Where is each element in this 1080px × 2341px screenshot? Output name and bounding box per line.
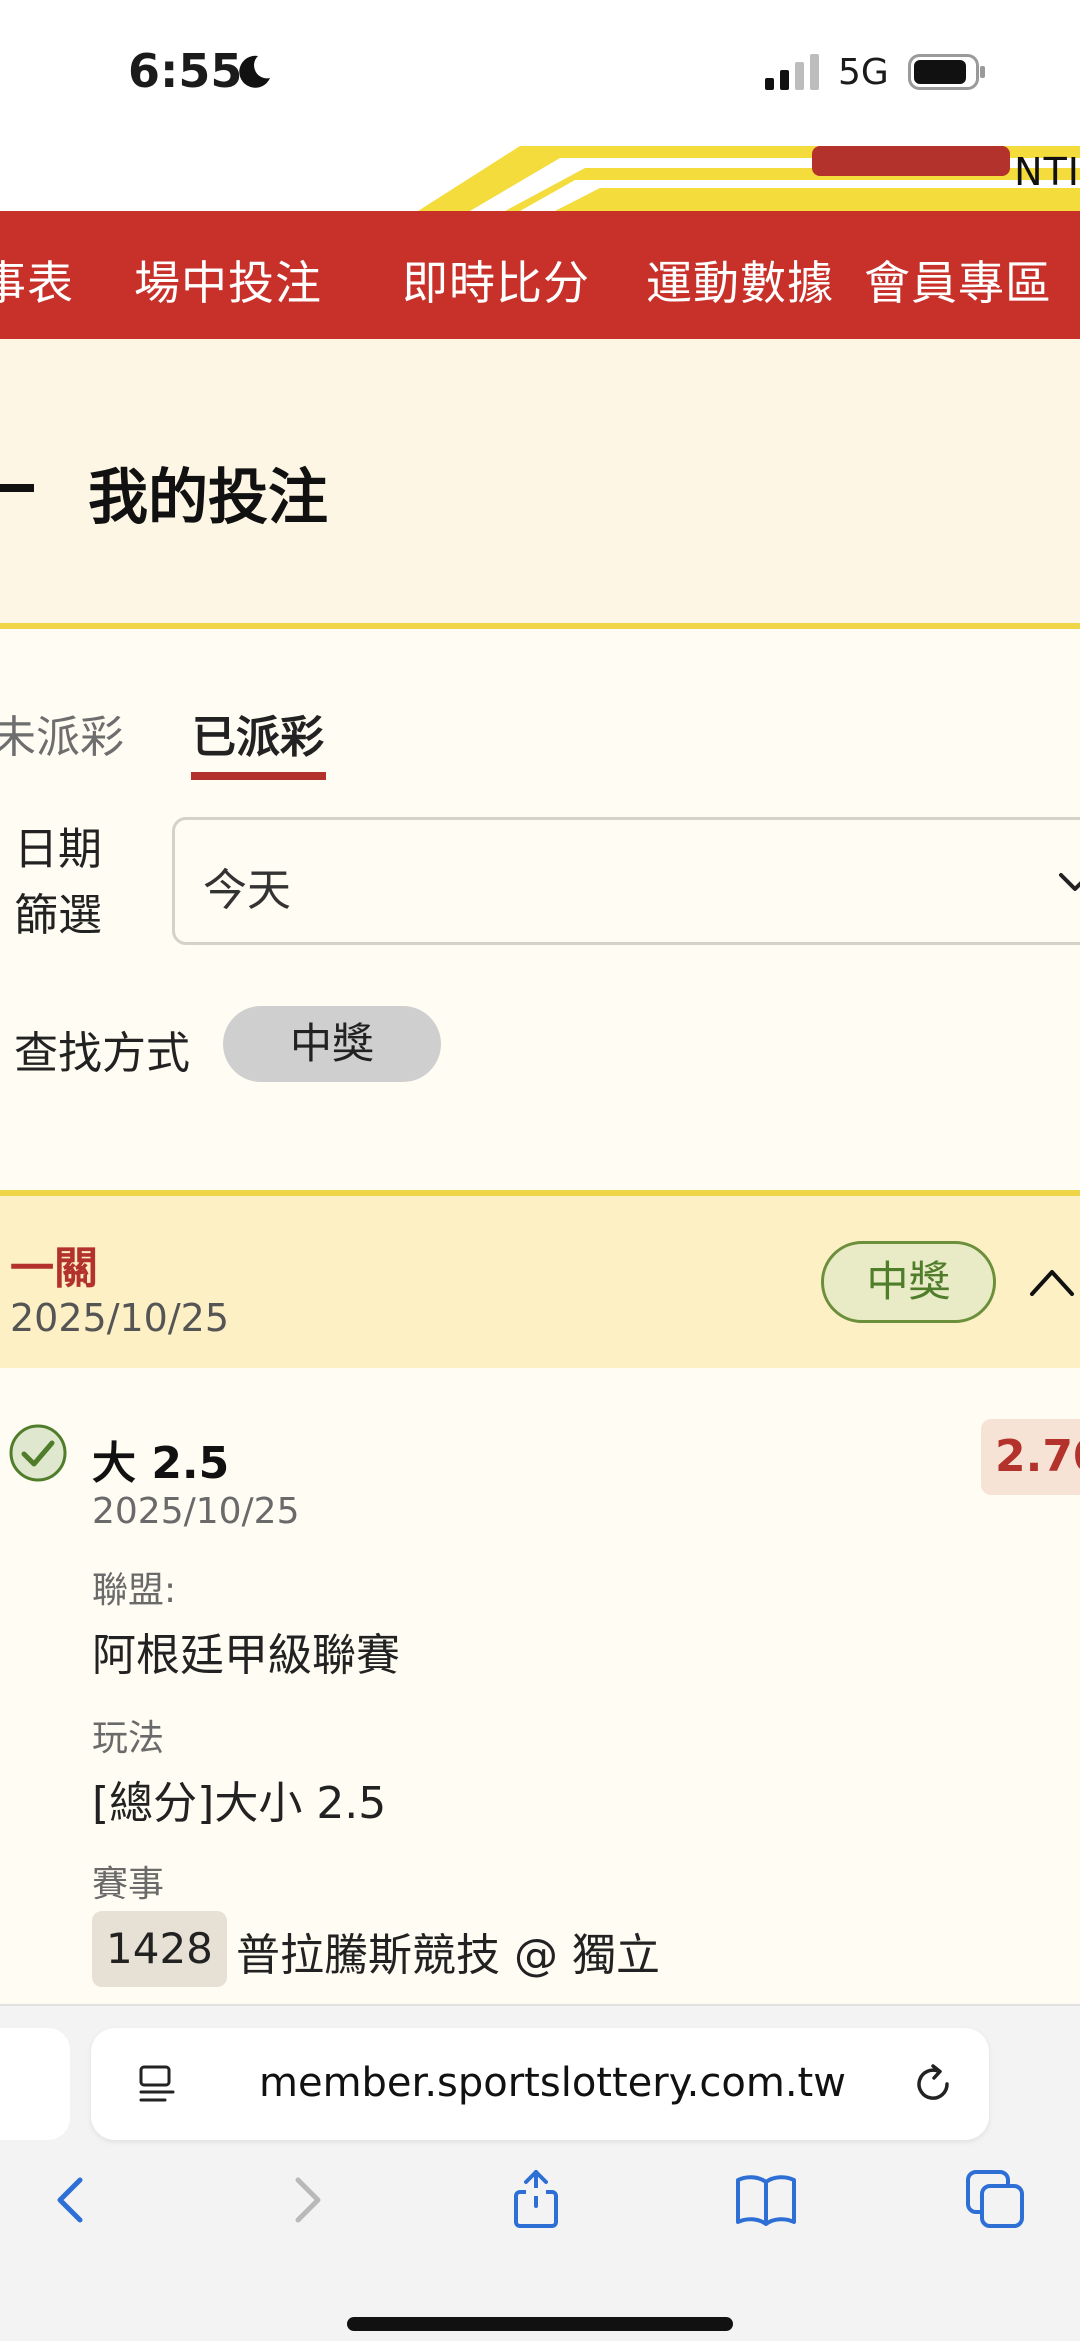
filter-chip-won[interactable]: 中獎 (223, 1006, 441, 1082)
currency-label: NTI (1014, 150, 1080, 194)
site-header: NTI (0, 146, 1080, 211)
event-label: 賽事 (92, 1864, 165, 1905)
date-filter-select[interactable]: 今天 (172, 817, 1080, 945)
previous-tab-preview[interactable] (0, 2028, 70, 2140)
bet-date: 2025/10/25 (10, 1296, 230, 1340)
active-tab-indicator (191, 772, 326, 780)
bets-content: 未派彩 已派彩 日期 篩選 今天 查找方式 中獎 一關 2025/10/25 中… (0, 629, 1080, 2004)
tabs-icon[interactable] (964, 2168, 1028, 2232)
reader-mode-icon[interactable] (135, 2062, 179, 2106)
battery-icon (908, 54, 985, 90)
home-indicator (347, 2317, 733, 2331)
league-value: 阿根廷甲級聯賽 (92, 1630, 400, 1681)
status-badge: 中獎 (821, 1241, 996, 1323)
odds-badge: 2.70 (981, 1419, 1080, 1495)
back-arrow-icon[interactable] (40, 2168, 104, 2232)
bet-card-header[interactable]: 一關 2025/10/25 中獎 (0, 1190, 1080, 1368)
chevron-down-icon (1059, 873, 1080, 891)
bookmarks-icon[interactable] (734, 2168, 798, 2232)
selection-date: 2025/10/25 (92, 1491, 300, 1532)
status-time: 6:55 (128, 44, 243, 98)
browser-toolbar: member.sportslottery.com.tw (0, 2004, 1080, 2341)
chevron-up-icon[interactable] (1024, 1256, 1080, 1312)
nav-item-schedule[interactable]: 事表 (0, 247, 74, 313)
market-value: [總分]大小 2.5 (92, 1778, 387, 1829)
forward-arrow-icon[interactable] (274, 2168, 338, 2232)
brand-stripe-graphic (418, 146, 1080, 211)
league-label: 聯盟: (92, 1570, 177, 1611)
share-icon[interactable] (504, 2168, 568, 2232)
address-bar[interactable]: member.sportslottery.com.tw (91, 2028, 989, 2140)
nav-item-live-betting[interactable]: 場中投注 (134, 247, 322, 313)
selection-name: 大 2.5 (92, 1438, 230, 1489)
date-filter-value: 今天 (203, 865, 291, 916)
url-text: member.sportslottery.com.tw (259, 2060, 846, 2106)
nav-item-member-area[interactable]: 會員專區 (864, 247, 1052, 313)
back-icon[interactable] (0, 484, 34, 492)
signal-icon (765, 54, 819, 90)
nav-item-sports-data[interactable]: 運動數據 (646, 247, 834, 313)
reload-icon[interactable] (909, 2060, 957, 2108)
tab-unpaid[interactable]: 未派彩 (0, 701, 124, 765)
market-label: 玩法 (92, 1718, 165, 1759)
date-filter-label: 日期 篩選 (14, 824, 102, 941)
bet-type: 一關 (10, 1243, 98, 1294)
main-nav: 事表 場中投注 即時比分 運動數據 會員專區 (0, 211, 1080, 339)
page-title: 我的投注 (88, 463, 328, 533)
search-method-label: 查找方式 (14, 1028, 190, 1079)
match-name: 普拉騰斯競技 @ 獨立 (236, 1930, 660, 1981)
match-number: 1428 (92, 1911, 227, 1987)
status-bar: 6:55 5G (0, 0, 1080, 146)
moon-icon (239, 55, 270, 88)
tab-paid[interactable]: 已派彩 (192, 701, 324, 765)
nav-item-live-scores[interactable]: 即時比分 (402, 247, 590, 313)
check-circle-icon (9, 1424, 67, 1482)
network-type: 5G (838, 52, 889, 93)
page-header: 我的投注 (0, 339, 1080, 629)
